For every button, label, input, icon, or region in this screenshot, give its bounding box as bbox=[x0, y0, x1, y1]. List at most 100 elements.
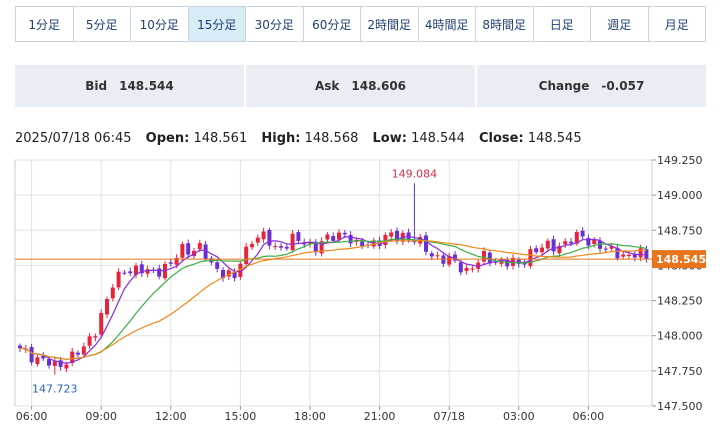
change-value: -0.057 bbox=[601, 79, 645, 93]
close-value: 148.545 bbox=[527, 131, 582, 146]
high-value: 148.568 bbox=[304, 131, 359, 146]
candle-body bbox=[250, 243, 254, 248]
candle-body bbox=[621, 254, 626, 257]
x-tick-label: 15:00 bbox=[225, 410, 257, 423]
candle-body bbox=[348, 235, 353, 244]
tab-7[interactable]: 4時間足 bbox=[418, 7, 476, 41]
candle-body bbox=[482, 251, 486, 262]
candle-body bbox=[331, 236, 336, 241]
ask-box: Ask 148.606 bbox=[246, 65, 475, 107]
candle-body bbox=[429, 253, 434, 257]
candle-body bbox=[273, 246, 278, 248]
ask-label: Ask bbox=[314, 79, 340, 93]
change-box: Change -0.057 bbox=[477, 65, 706, 107]
open-label: Open: bbox=[145, 131, 190, 146]
candle-body bbox=[551, 239, 556, 252]
candle-body bbox=[197, 243, 202, 250]
candle-body bbox=[168, 262, 173, 264]
x-tick-label: 18:00 bbox=[294, 410, 326, 423]
change-label: Change bbox=[538, 79, 590, 93]
x-tick-label: 09:00 bbox=[85, 410, 117, 423]
candle-body bbox=[424, 235, 428, 252]
y-tick-label: 149.250 bbox=[657, 154, 703, 167]
tab-6[interactable]: 2時間足 bbox=[361, 7, 419, 41]
candle-body bbox=[580, 230, 585, 237]
x-tick-label: 06:00 bbox=[573, 410, 605, 423]
candle-body bbox=[81, 346, 86, 355]
candle-body bbox=[157, 268, 162, 277]
candle-body bbox=[47, 359, 51, 366]
candle-body bbox=[342, 232, 347, 235]
bid-box: Bid 148.544 bbox=[15, 65, 244, 107]
bid-value: 148.544 bbox=[119, 79, 174, 93]
price-chart[interactable]: 149.250149.000148.750148.500148.250148.0… bbox=[0, 150, 720, 427]
tab-0[interactable]: 1分足 bbox=[16, 7, 74, 41]
y-tick-label: 147.750 bbox=[657, 365, 703, 378]
y-tick-label: 149.000 bbox=[657, 189, 703, 202]
candle-body bbox=[128, 271, 133, 274]
tab-8[interactable]: 8時間足 bbox=[476, 7, 534, 41]
candle-body bbox=[29, 347, 34, 363]
y-tick-label: 148.250 bbox=[657, 295, 703, 308]
candle-body bbox=[261, 231, 266, 240]
y-tick-label: 148.000 bbox=[657, 330, 703, 343]
ask-value: 148.606 bbox=[351, 79, 407, 93]
candle-body bbox=[52, 361, 57, 366]
candle-body bbox=[337, 232, 341, 240]
low-label: Low: bbox=[372, 131, 407, 146]
candle-body bbox=[458, 262, 463, 273]
candle-body bbox=[87, 336, 92, 346]
tab-4[interactable]: 30分足 bbox=[246, 7, 304, 41]
candle-body bbox=[290, 233, 295, 251]
candle-body bbox=[116, 271, 121, 288]
current-price-label: 148.545 bbox=[656, 253, 706, 266]
candle-body bbox=[186, 243, 191, 255]
ohlc-datetime: 2025/07/18 06:45 bbox=[15, 131, 132, 146]
candle-body bbox=[284, 246, 289, 249]
bid-label: Bid bbox=[85, 79, 108, 93]
candle-body bbox=[592, 239, 597, 245]
candle-body bbox=[215, 262, 220, 269]
candle-body bbox=[435, 255, 440, 257]
timeframe-tabs: 1分足 5分足 10分足 15分足 30分足 60分足 2時間足 4時間足 8時間足 日足 週足 月足 bbox=[15, 6, 706, 42]
candle-body bbox=[105, 299, 109, 315]
tab-2[interactable]: 10分足 bbox=[131, 7, 189, 41]
quote-panel: Bid 148.544 Ask 148.606 Change -0.057 bbox=[15, 65, 706, 107]
candle-body bbox=[470, 268, 475, 270]
tab-11[interactable]: 月足 bbox=[648, 7, 705, 41]
candle-body bbox=[569, 241, 573, 244]
plot-frame bbox=[14, 159, 653, 407]
y-tick-label: 147.500 bbox=[657, 400, 703, 413]
candle-body bbox=[76, 352, 80, 355]
tab-3[interactable]: 15分足 bbox=[188, 7, 246, 41]
tab-5[interactable]: 60分足 bbox=[303, 7, 361, 41]
tab-10[interactable]: 週足 bbox=[591, 7, 649, 41]
y-tick-label: 148.750 bbox=[657, 224, 703, 237]
candle-body bbox=[267, 229, 272, 246]
candle-body bbox=[99, 312, 104, 335]
tab-1[interactable]: 5分足 bbox=[73, 7, 131, 41]
candle-body bbox=[180, 244, 185, 258]
candle-body bbox=[64, 364, 69, 369]
candle-body bbox=[360, 241, 365, 247]
x-tick-label: 21:00 bbox=[364, 410, 396, 423]
candle-body bbox=[279, 246, 283, 248]
candle-body bbox=[545, 240, 550, 249]
high-label: High: bbox=[261, 131, 301, 146]
candle-body bbox=[255, 237, 260, 243]
ohlc-readout: 2025/07/18 06:45 Open: 148.561 High: 148… bbox=[15, 131, 582, 146]
candle-body bbox=[389, 232, 394, 237]
candle-body bbox=[325, 234, 330, 240]
candle-body bbox=[244, 246, 249, 265]
max-price-label: 149.084 bbox=[392, 167, 438, 180]
x-tick-label: 03:00 bbox=[503, 410, 535, 423]
candle-body bbox=[603, 248, 608, 250]
candle-body bbox=[296, 232, 301, 241]
candle-body bbox=[540, 247, 544, 253]
candle-body bbox=[110, 287, 115, 299]
candle-body bbox=[627, 254, 631, 256]
candle-body bbox=[464, 267, 469, 271]
tab-9[interactable]: 日足 bbox=[533, 7, 591, 41]
x-tick-label: 06:00 bbox=[16, 410, 48, 423]
open-value: 148.561 bbox=[193, 131, 248, 146]
